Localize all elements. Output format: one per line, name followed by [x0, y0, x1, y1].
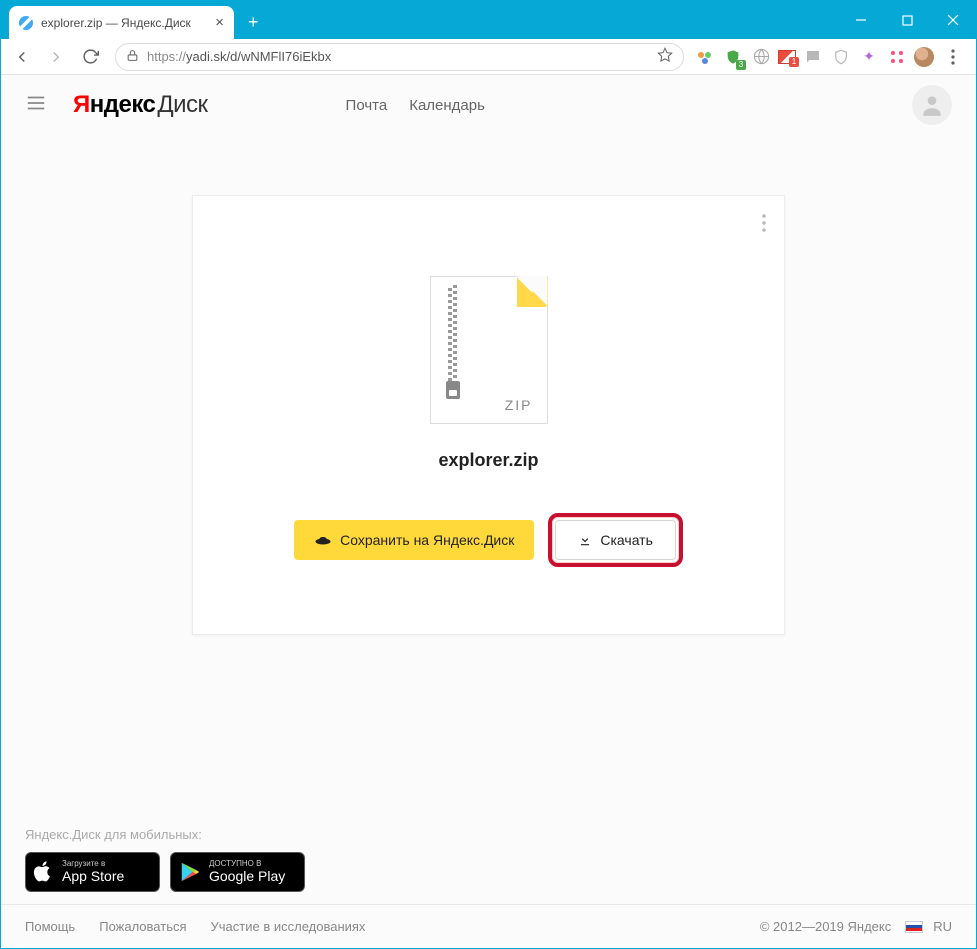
page-footer: Помощь Пожаловаться Участие в исследован… [1, 904, 976, 948]
extension-adblock-icon[interactable] [722, 46, 744, 68]
arrow-right-icon [47, 48, 65, 66]
tab-favicon [19, 16, 33, 30]
mobile-apps-block: Яндекс.Диск для мобильных: Загрузите в A… [1, 827, 976, 904]
page-content: ЯндексДиск Почта Календарь [1, 75, 976, 948]
googleplay-icon [179, 861, 201, 883]
nav-forward-button[interactable] [41, 42, 71, 72]
file-type-label: ZIP [505, 397, 533, 413]
footer-help-link[interactable]: Помощь [25, 919, 75, 934]
download-icon [578, 533, 592, 547]
download-button-label: Скачать [600, 532, 653, 548]
window-close-button[interactable] [930, 1, 976, 39]
window-maximize-button[interactable] [884, 1, 930, 39]
reload-icon [82, 48, 99, 65]
download-highlight: Скачать [548, 513, 683, 567]
window-controls [838, 1, 976, 39]
window-minimize-button[interactable] [838, 1, 884, 39]
apple-icon [34, 860, 54, 884]
footer-report-link[interactable]: Пожаловаться [99, 919, 186, 934]
extension-sparkle-icon[interactable]: ✦ [858, 46, 880, 68]
header-link-mail[interactable]: Почта [346, 97, 388, 114]
ufo-icon [314, 534, 332, 546]
extension-shield2-icon[interactable] [830, 46, 852, 68]
flag-ru-icon [905, 921, 923, 933]
address-bar: https://yadi.sk/d/wNMFlI76iEkbx ✦ [1, 39, 976, 75]
user-icon [919, 92, 945, 118]
url-text: https://yadi.sk/d/wNMFlI76iEkbx [147, 49, 331, 64]
appstore-big: App Store [62, 868, 124, 885]
bookmark-star-icon[interactable] [657, 47, 673, 66]
footer-copyright: © 2012—2019 Яндекс [760, 919, 891, 934]
arrow-left-icon [13, 48, 31, 66]
save-button-label: Сохранить на Яндекс.Диск [340, 532, 514, 548]
footer-language-switch[interactable]: RU [905, 919, 952, 934]
file-zip-icon: ZIP [430, 276, 548, 424]
extension-icon-1[interactable] [694, 46, 716, 68]
browser-window: explorer.zip — Яндекс.Диск × + [0, 0, 977, 949]
googleplay-badge[interactable]: ДОСТУПНО В Google Play [170, 852, 305, 892]
extensions-row: ✦ [694, 42, 970, 72]
card-area: ZIP explorer.zip Сохранить на Яндекс.Дис… [1, 135, 976, 827]
profile-avatar-icon[interactable] [914, 47, 934, 67]
close-icon [947, 14, 959, 26]
appstore-small: Загрузите в [62, 860, 124, 868]
maximize-icon [902, 15, 913, 26]
yandex-disk-logo[interactable]: ЯндексДиск [73, 91, 208, 119]
page-header: ЯндексДиск Почта Календарь [1, 75, 976, 135]
header-links: Почта Календарь [346, 97, 485, 114]
footer-research-link[interactable]: Участие в исследованиях [211, 919, 366, 934]
menu-hamburger-button[interactable] [25, 92, 47, 119]
file-card: ZIP explorer.zip Сохранить на Яндекс.Дис… [192, 195, 785, 635]
mobile-caption: Яндекс.Диск для мобильных: [25, 827, 952, 842]
titlebar: explorer.zip — Яндекс.Диск × + [1, 1, 976, 39]
minimize-icon [855, 14, 867, 26]
extension-gmail-icon[interactable] [778, 50, 796, 64]
gplay-big: Google Play [209, 868, 285, 885]
download-button[interactable]: Скачать [555, 520, 676, 560]
tab-title: explorer.zip — Яндекс.Диск [41, 16, 191, 30]
lock-icon [126, 49, 139, 65]
gplay-small: ДОСТУПНО В [209, 860, 285, 868]
url-box[interactable]: https://yadi.sk/d/wNMFlI76iEkbx [115, 43, 684, 71]
new-tab-button[interactable]: + [234, 6, 273, 39]
extension-dots-icon[interactable] [886, 46, 908, 68]
save-to-disk-button[interactable]: Сохранить на Яндекс.Диск [294, 520, 534, 560]
nav-reload-button[interactable] [75, 42, 105, 72]
button-row: Сохранить на Яндекс.Диск Скачать [294, 513, 683, 567]
tab-close-button[interactable]: × [215, 14, 224, 31]
profile-button[interactable] [912, 85, 952, 125]
card-menu-button[interactable] [762, 214, 766, 237]
appstore-badge[interactable]: Загрузите в App Store [25, 852, 160, 892]
extension-chat-icon[interactable] [802, 46, 824, 68]
nav-back-button[interactable] [7, 42, 37, 72]
browser-menu-button[interactable] [940, 42, 966, 72]
extension-globe-icon[interactable] [750, 46, 772, 68]
file-name: explorer.zip [438, 450, 538, 471]
browser-tab[interactable]: explorer.zip — Яндекс.Диск × [9, 6, 234, 39]
header-link-calendar[interactable]: Календарь [409, 97, 485, 114]
